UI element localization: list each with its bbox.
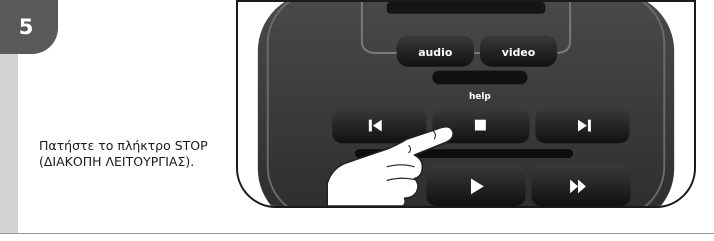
bottom-divider (0, 233, 714, 234)
step-number-badge: 5 (0, 0, 58, 54)
stop-icon (474, 119, 486, 131)
audio-label: audio (418, 46, 452, 59)
video-label: video (502, 46, 535, 59)
help-label: help (469, 92, 491, 102)
instruction-text: Πατήστε το πλήκτρο STOP (ΔΙΑΚΟΠΗ ΛΕΙΤΟΥΡ… (39, 138, 208, 169)
remote-photo: audio video help (236, 0, 696, 208)
help-button[interactable] (432, 70, 528, 85)
remote-illustration: audio video help (257, 2, 675, 206)
step-number: 5 (18, 15, 34, 39)
